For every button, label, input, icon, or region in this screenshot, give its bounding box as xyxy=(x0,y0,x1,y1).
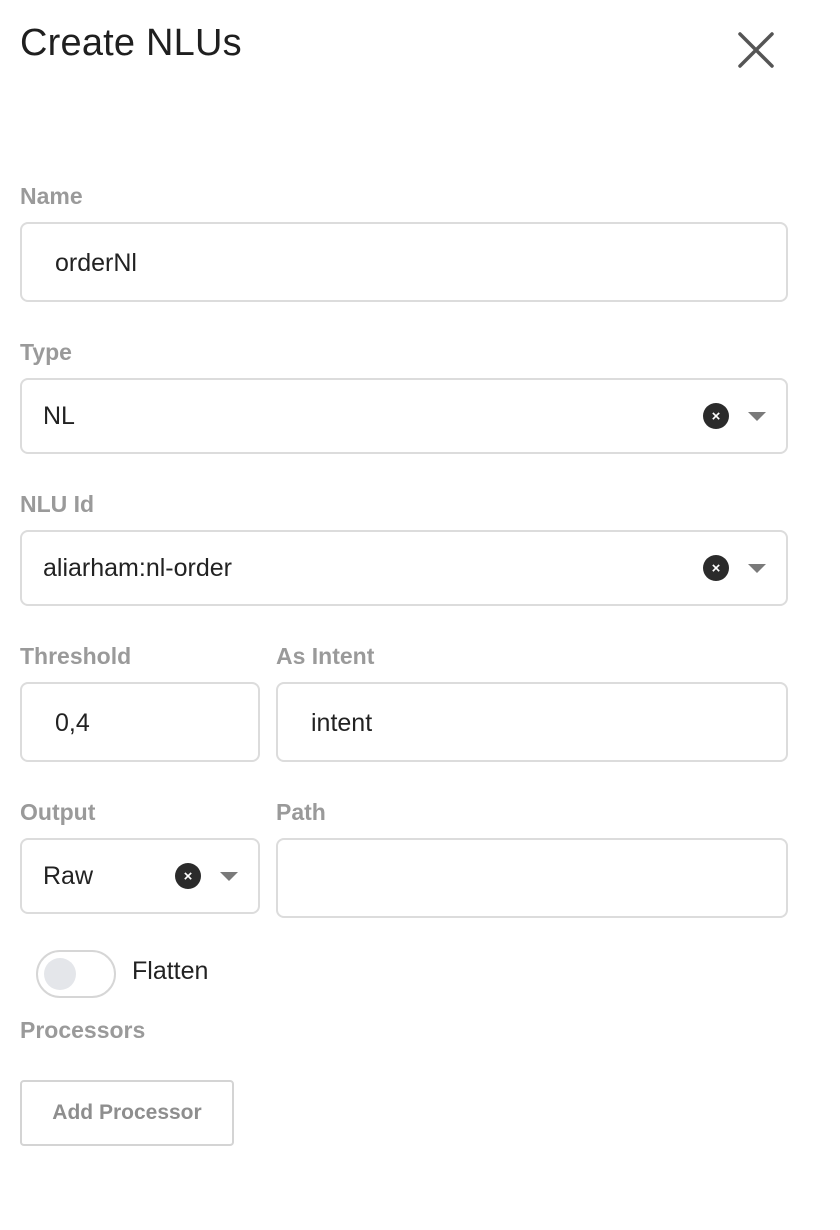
name-input[interactable]: orderNl xyxy=(20,222,788,302)
nlu-id-chevron-down-icon[interactable] xyxy=(748,564,766,573)
output-chevron-down-icon[interactable] xyxy=(220,872,238,881)
path-input[interactable] xyxy=(276,838,788,918)
name-label: Name xyxy=(20,183,83,209)
page-title: Create NLUs xyxy=(20,22,242,64)
path-label: Path xyxy=(276,799,326,825)
processors-label: Processors xyxy=(20,1017,146,1043)
type-label: Type xyxy=(20,339,72,365)
type-select[interactable]: NL × xyxy=(20,378,788,454)
threshold-value: 0,4 xyxy=(55,709,90,737)
nlu-id-select[interactable]: aliarham:nl-order × xyxy=(20,530,788,606)
nlu-id-label: NLU Id xyxy=(20,491,95,517)
type-clear-icon[interactable]: × xyxy=(703,403,729,429)
add-processor-button[interactable]: Add Processor xyxy=(20,1080,234,1146)
as-intent-value: intent xyxy=(311,709,373,737)
threshold-input[interactable]: 0,4 xyxy=(20,682,260,762)
as-intent-input[interactable]: intent xyxy=(276,682,788,762)
toggle-knob xyxy=(44,958,76,990)
type-value: NL xyxy=(43,402,75,430)
close-icon[interactable] xyxy=(736,30,776,70)
as-intent-label: As Intent xyxy=(276,643,375,669)
output-value: Raw xyxy=(43,862,94,890)
threshold-label: Threshold xyxy=(20,643,132,669)
output-select[interactable]: Raw × xyxy=(20,838,260,914)
name-value: orderNl xyxy=(55,249,137,277)
nlu-id-value: aliarham:nl-order xyxy=(43,554,232,582)
type-chevron-down-icon[interactable] xyxy=(748,412,766,421)
flatten-toggle[interactable] xyxy=(36,950,116,998)
output-label: Output xyxy=(20,799,96,825)
nlu-id-clear-icon[interactable]: × xyxy=(703,555,729,581)
flatten-label: Flatten xyxy=(132,957,209,985)
output-clear-icon[interactable]: × xyxy=(175,863,201,889)
